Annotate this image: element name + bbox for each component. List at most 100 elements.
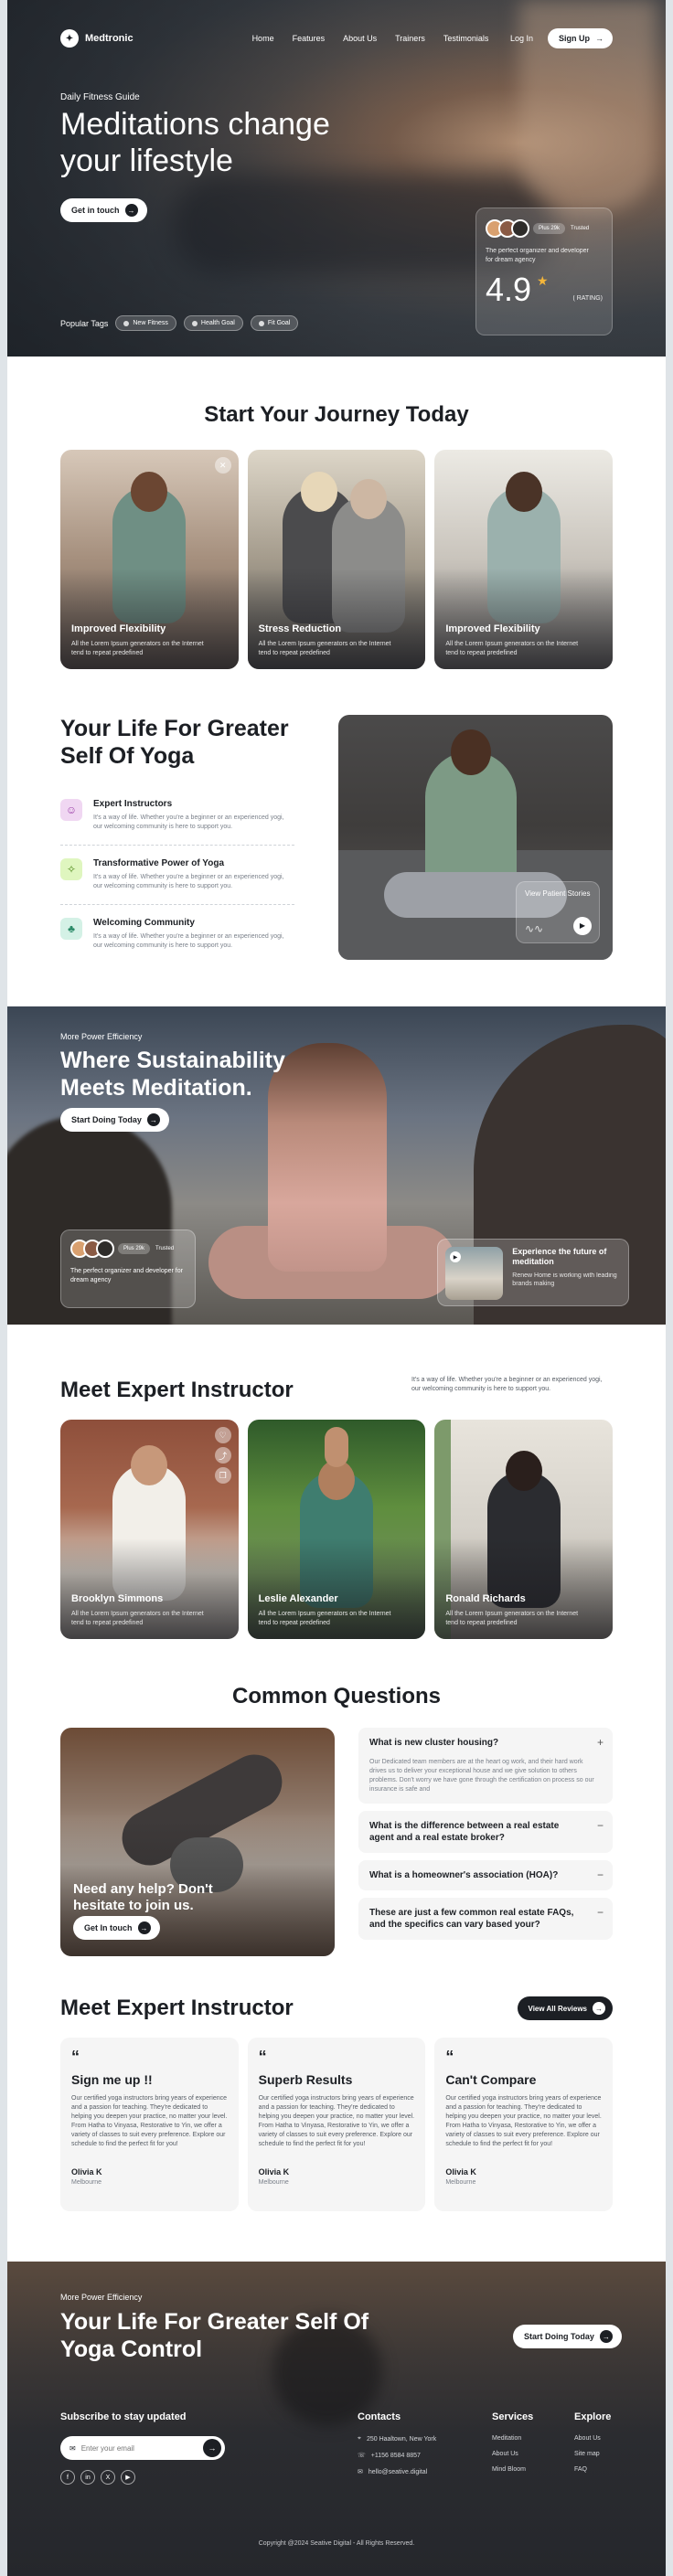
review-card: “ Can't Compare Our certified yoga instr… — [434, 2038, 614, 2211]
close-icon[interactable]: ✕ — [214, 457, 231, 474]
avatar — [511, 219, 529, 238]
tag-chip[interactable]: Health Goal — [183, 315, 243, 331]
arrow-right-icon: → — [137, 1921, 151, 1934]
heart-icon[interactable]: ♡ — [214, 1427, 231, 1443]
mail-icon: ✉ — [358, 2469, 363, 2475]
footer: More Power Efficiency Your Life For Grea… — [7, 2262, 666, 2576]
email-subscribe: ✉ → — [60, 2436, 225, 2460]
nav-link-features[interactable]: Features — [293, 34, 326, 43]
minus-icon[interactable]: − — [597, 1906, 604, 1919]
users-chip: Plus 29k — [533, 223, 566, 234]
reviewer-city: Melbourne — [258, 2179, 289, 2186]
arrow-right-icon: → — [593, 2002, 605, 2015]
community-icon: ♣ — [60, 918, 82, 940]
banner-section: More Power Efficiency Where Sustainabili… — [7, 1006, 666, 1325]
tag-chip[interactable]: New Fitness — [115, 315, 176, 331]
footer-cta-button[interactable]: Start Doing Today → — [513, 2325, 622, 2348]
faq-answer: Our Dedicated team members are at the he… — [369, 1759, 594, 1793]
nav-link-testimonials[interactable]: Testimonials — [443, 34, 489, 43]
star-icon: ★ — [537, 273, 549, 288]
banner-cta-button[interactable]: Start Doing Today → — [60, 1108, 169, 1132]
nav-link-home[interactable]: Home — [252, 34, 274, 43]
faq-item[interactable]: What is new cluster housing? + Our Dedic… — [358, 1728, 613, 1804]
hero-cta-button[interactable]: Get in touch → — [60, 198, 147, 222]
view-stories-label: View Patient Stories — [525, 889, 591, 898]
banner-rating-card: Plus 29k Trusted The perfect organizer a… — [60, 1229, 196, 1308]
play-icon[interactable]: ▶ — [573, 917, 592, 935]
features-title: Your Life For Greater Self Of Yoga — [60, 716, 289, 769]
view-stories-card[interactable]: View Patient Stories ∿∿ ▶ — [516, 881, 600, 943]
rating-value: 4.9 — [486, 271, 532, 308]
copyright: Copyright @2024 Seative Digital - All Ri… — [258, 2540, 415, 2547]
play-icon[interactable]: ▶ — [450, 1251, 461, 1262]
view-all-reviews-button[interactable]: View All Reviews → — [517, 1996, 613, 2020]
faq-item[interactable]: What is a homeowner's association (HOA)?… — [358, 1860, 613, 1890]
facebook-icon[interactable]: f — [60, 2470, 75, 2485]
signup-button[interactable]: Sign Up → — [548, 28, 613, 48]
instructor-desc: All the Lorem Ipsum generators on the In… — [258, 1611, 391, 1626]
arrow-right-icon: → — [599, 2330, 613, 2343]
popular-tags: Popular Tags New Fitness Health Goal Fit… — [60, 315, 299, 331]
footer-link[interactable]: FAQ — [574, 2466, 611, 2473]
login-link[interactable]: Log In — [510, 34, 533, 43]
footer-link[interactable]: Meditation — [492, 2435, 533, 2442]
logo[interactable]: ✦ Medtronic — [60, 29, 134, 48]
tag-icon — [258, 320, 264, 326]
reviewer-name: Olivia K — [258, 2167, 290, 2177]
footer-link[interactable]: Mind Bloom — [492, 2466, 533, 2473]
feature-photo: View Patient Stories ∿∿ ▶ — [338, 715, 613, 960]
experience-thumbnail: ▶ — [445, 1247, 504, 1300]
logo-text: Medtronic — [85, 33, 134, 44]
bookmark-icon[interactable]: ❐ — [214, 1467, 231, 1484]
instructor-name: Ronald Richards — [445, 1593, 526, 1604]
tag-chip[interactable]: Fit Goal — [250, 315, 299, 331]
plus-icon[interactable]: + — [597, 1736, 604, 1749]
rating-label: ( RATING) — [572, 295, 603, 302]
reviews-title: Meet Expert Instructor — [60, 1996, 294, 2020]
faq-item[interactable]: What is the difference between a real es… — [358, 1811, 613, 1853]
youtube-icon[interactable]: ▶ — [121, 2470, 135, 2485]
power-icon: ✧ — [60, 858, 82, 880]
instructor-card[interactable]: Ronald Richards All the Lorem Ipsum gene… — [434, 1420, 614, 1639]
instructor-card[interactable]: ♡ ⤴ ❐ Brooklyn Simmons All the Lorem Ips… — [60, 1420, 239, 1639]
journey-card[interactable]: Improved Flexibility All the Lorem Ipsum… — [434, 450, 614, 669]
footer-link[interactable]: About Us — [492, 2451, 533, 2457]
minus-icon[interactable]: − — [597, 1868, 604, 1881]
quote-icon: “ — [445, 2048, 454, 2066]
instructor-card[interactable]: Leslie Alexander All the Lorem Ipsum gen… — [247, 1420, 426, 1639]
contacts-column: Contacts ⌖ 250 Haaltown, New York ☏ +1156 … — [358, 2411, 437, 2475]
arrow-right-icon: → — [146, 1113, 160, 1126]
experience-card[interactable]: ▶ Experience the future of meditation Re… — [437, 1239, 629, 1306]
instructor-desc: All the Lorem Ipsum generators on the In… — [445, 1611, 579, 1626]
card-title: Stress Reduction — [258, 623, 342, 634]
top-nav: ✦ Medtronic Home Features About Us Train… — [60, 25, 613, 52]
users-chip: Plus 29k — [118, 1243, 151, 1254]
journey-card[interactable]: Stress Reduction All the Lorem Ipsum gen… — [247, 450, 426, 669]
review-card: “ Sign me up !! Our certified yoga instr… — [60, 2038, 239, 2211]
card-title: Improved Flexibility — [445, 623, 540, 634]
rating-text: The perfect organizer and developer for … — [486, 248, 589, 263]
hero-title: Meditations change your lifestyle — [60, 107, 330, 178]
nav-link-trainers[interactable]: Trainers — [395, 34, 425, 43]
faq-item[interactable]: These are just a few common real estate … — [358, 1898, 613, 1940]
instructor-name: Brooklyn Simmons — [71, 1593, 164, 1604]
journey-card[interactable]: ✕ Improved Flexibility All the Lorem Ips… — [60, 450, 239, 669]
trusted-label: Trusted — [571, 226, 590, 231]
footer-link[interactable]: About Us — [574, 2435, 611, 2442]
subscribe-button[interactable]: → — [203, 2439, 221, 2457]
nav-link-about[interactable]: About Us — [343, 34, 377, 43]
arrow-right-icon: → — [595, 34, 604, 43]
banner-kicker: More Power Efficiency — [60, 1032, 143, 1041]
reviewer-name: Olivia K — [445, 2167, 476, 2177]
linkedin-icon[interactable]: in — [80, 2470, 95, 2485]
features-section: Your Life For Greater Self Of Yoga ☺ Exp… — [7, 715, 666, 962]
trusted-label: Trusted — [155, 1246, 175, 1251]
minus-icon[interactable]: − — [597, 1819, 604, 1832]
footer-link[interactable]: Site map — [574, 2451, 611, 2457]
faq-photo: Need any help? Don't hesitate to join us… — [60, 1728, 335, 1956]
share-icon[interactable]: ⤴ — [214, 1447, 231, 1464]
x-icon[interactable]: X — [101, 2470, 115, 2485]
faq-cta-button[interactable]: Get In touch → — [73, 1916, 160, 1940]
email-input[interactable] — [80, 2443, 198, 2453]
card-desc: All the Lorem Ipsum generators on the In… — [445, 641, 579, 656]
